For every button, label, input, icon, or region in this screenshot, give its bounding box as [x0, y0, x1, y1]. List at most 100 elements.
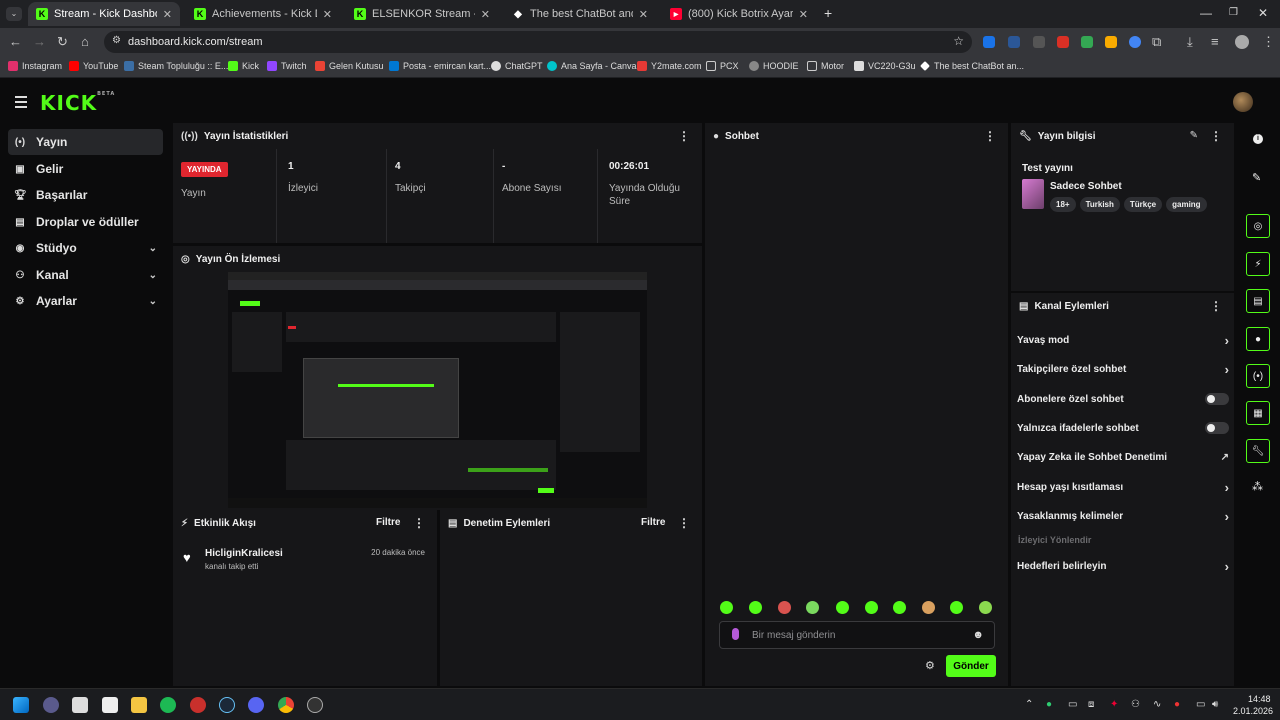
- chrome-icon[interactable]: [278, 697, 294, 713]
- stream-preview-video[interactable]: [228, 272, 647, 508]
- emote-icon[interactable]: [720, 601, 733, 614]
- emoji-icon[interactable]: ☻: [972, 629, 984, 641]
- emotes-only-toggle[interactable]: [1205, 422, 1229, 434]
- extension-icon[interactable]: [1105, 36, 1117, 48]
- widgets-icon[interactable]: ⁂: [1252, 480, 1263, 493]
- bookmark-folder-motor[interactable]: Motor: [807, 61, 844, 71]
- extension-icon[interactable]: [1008, 36, 1020, 48]
- kick-logo[interactable]: KICKBETA: [40, 91, 115, 115]
- file-explorer-icon[interactable]: [131, 697, 147, 713]
- extension-icon[interactable]: [1057, 36, 1069, 48]
- more-icon[interactable]: ⋮: [678, 129, 690, 143]
- bookmark-youtube[interactable]: YouTube: [69, 61, 118, 71]
- actions-rail-button[interactable]: ▦: [1246, 401, 1270, 425]
- bookmark-outlook[interactable]: Posta - emircan kart...: [389, 61, 491, 71]
- bookmark-folder-pcx[interactable]: PCX: [706, 61, 739, 71]
- bookmark-gmail[interactable]: Gelen Kutusu: [315, 61, 384, 71]
- new-tab-button[interactable]: +: [824, 5, 832, 21]
- chat-input[interactable]: Bir mesaj gönderin ☻: [719, 621, 995, 649]
- event-user[interactable]: HicliginKralicesi: [205, 548, 283, 559]
- chat-settings-icon[interactable]: ⚙: [925, 659, 935, 672]
- pencil-icon[interactable]: ✎: [1252, 171, 1261, 184]
- app-icon[interactable]: [102, 697, 118, 713]
- network-icon[interactable]: ▭: [1196, 699, 1205, 710]
- restore-icon[interactable]: ❐: [1229, 7, 1238, 18]
- app-icon[interactable]: [307, 697, 323, 713]
- bookmark-instagram[interactable]: Instagram: [8, 61, 62, 71]
- category-name[interactable]: Sadece Sohbet: [1050, 181, 1122, 192]
- minimize-icon[interactable]: —: [1200, 6, 1212, 20]
- spotify-icon[interactable]: [160, 697, 176, 713]
- emote-icon[interactable]: [922, 601, 935, 614]
- sidebar-item-kanal[interactable]: ⚇ Kanal ⌄: [8, 262, 163, 288]
- account-age-item[interactable]: Hesap yaşı kısıtlaması ›: [1017, 474, 1229, 500]
- download-icon[interactable]: ⤓: [1187, 35, 1193, 49]
- sidebar-item-basarilar[interactable]: 🏆︎ Başarılar: [8, 182, 163, 208]
- url-field[interactable]: ⚙ dashboard.kick.com/stream ☆: [104, 31, 972, 53]
- activity-filter-button[interactable]: Filtre: [376, 517, 400, 528]
- taskbar-time[interactable]: 14:48: [1248, 694, 1271, 704]
- slow-mode-item[interactable]: Yavaş mod ›: [1017, 327, 1229, 353]
- tray-icon[interactable]: ●: [1046, 699, 1052, 710]
- site-info-icon[interactable]: ⚙: [112, 35, 121, 46]
- more-icon[interactable]: ⋮: [1210, 129, 1222, 143]
- emote-icon[interactable]: [893, 601, 906, 614]
- browser-tab-stream[interactable]: K Stream - Kick Dashboard ✕: [28, 2, 180, 26]
- browser-menu-icon[interactable]: ⋮: [1262, 35, 1275, 49]
- camera-rail-button[interactable]: ◎: [1246, 214, 1270, 238]
- tray-icon[interactable]: ⚇: [1131, 699, 1140, 710]
- sidebar-item-studyo[interactable]: ◉ Stüdyo ⌄: [8, 235, 163, 261]
- wrench-rail-button[interactable]: 🔧︎: [1246, 439, 1270, 463]
- tray-icon[interactable]: ⧈: [1088, 699, 1094, 710]
- microphone-icon[interactable]: ●: [1174, 699, 1180, 710]
- bookmark-steam[interactable]: Steam Topluluğu :: E...: [124, 61, 228, 71]
- app-icon[interactable]: [43, 697, 59, 713]
- bookmark-kick[interactable]: Kick: [228, 61, 259, 71]
- emote-icon[interactable]: [950, 601, 963, 614]
- close-icon[interactable]: ✕: [163, 8, 172, 21]
- emote-icon[interactable]: [778, 601, 791, 614]
- tab-search-button[interactable]: ⌄: [6, 7, 22, 21]
- set-goals-item[interactable]: Hedefleri belirleyin ›: [1017, 553, 1229, 579]
- send-button[interactable]: Gönder: [946, 655, 996, 677]
- moderation-filter-button[interactable]: Filtre: [641, 517, 665, 528]
- browser-tab-botrix[interactable]: ◆ The best ChatBot and Widgets ✕: [504, 2, 656, 26]
- emote-icon[interactable]: [979, 601, 992, 614]
- emote-icon[interactable]: [806, 601, 819, 614]
- steam-icon[interactable]: [219, 697, 235, 713]
- category-thumbnail[interactable]: [1022, 179, 1044, 209]
- taskbar-date[interactable]: 2.01.2026: [1233, 706, 1273, 716]
- forward-icon[interactable]: →: [33, 35, 46, 49]
- broadcast-rail-button[interactable]: (•): [1246, 364, 1270, 388]
- discord-icon[interactable]: [248, 697, 264, 713]
- sidebar-item-yayin[interactable]: (•) Yayın: [8, 129, 163, 155]
- extension-icon[interactable]: [1033, 36, 1045, 48]
- sidebar-item-gelir[interactable]: ▣ Gelir: [8, 156, 163, 182]
- ai-moderation-item[interactable]: Yapay Zeka ile Sohbet Denetimi ↗: [1017, 444, 1229, 470]
- bookmark-star-icon[interactable]: ☆: [953, 34, 964, 48]
- reload-icon[interactable]: ↻: [57, 35, 68, 49]
- emote-icon[interactable]: [865, 601, 878, 614]
- browser-tab-achievements[interactable]: K Achievements - Kick Dashboard ✕: [186, 2, 340, 26]
- bookmark-vc220[interactable]: VC220-G3u: [854, 61, 916, 71]
- bookmark-twitch[interactable]: Twitch: [267, 61, 307, 71]
- tray-icon[interactable]: ∿: [1153, 699, 1161, 710]
- reading-list-icon[interactable]: ≡: [1211, 35, 1219, 49]
- tray-icon[interactable]: ✦: [1110, 699, 1118, 710]
- info-icon[interactable]: i: [1253, 134, 1263, 144]
- app-icon[interactable]: [190, 697, 206, 713]
- extension-icon[interactable]: [983, 36, 995, 48]
- close-icon[interactable]: ✕: [323, 8, 332, 21]
- lightning-rail-button[interactable]: ⚡︎: [1246, 252, 1270, 276]
- more-icon[interactable]: ⋮: [678, 516, 690, 530]
- more-icon[interactable]: ⋮: [984, 129, 996, 143]
- tray-icon[interactable]: ▭: [1068, 699, 1077, 710]
- close-icon[interactable]: ✕: [481, 8, 490, 21]
- banned-words-item[interactable]: Yasaklanmış kelimeler ›: [1017, 503, 1229, 529]
- back-icon[interactable]: ←: [9, 35, 22, 49]
- chevron-up-icon[interactable]: ⌃: [1025, 699, 1033, 710]
- sidebar-item-ayarlar[interactable]: ⚙ Ayarlar ⌄: [8, 288, 163, 314]
- emote-icon[interactable]: [749, 601, 762, 614]
- browser-tab-youtube[interactable]: ▶ (800) Kick Botrix Ayarları Nasıl Y ✕: [662, 2, 816, 26]
- emote-icon[interactable]: [836, 601, 849, 614]
